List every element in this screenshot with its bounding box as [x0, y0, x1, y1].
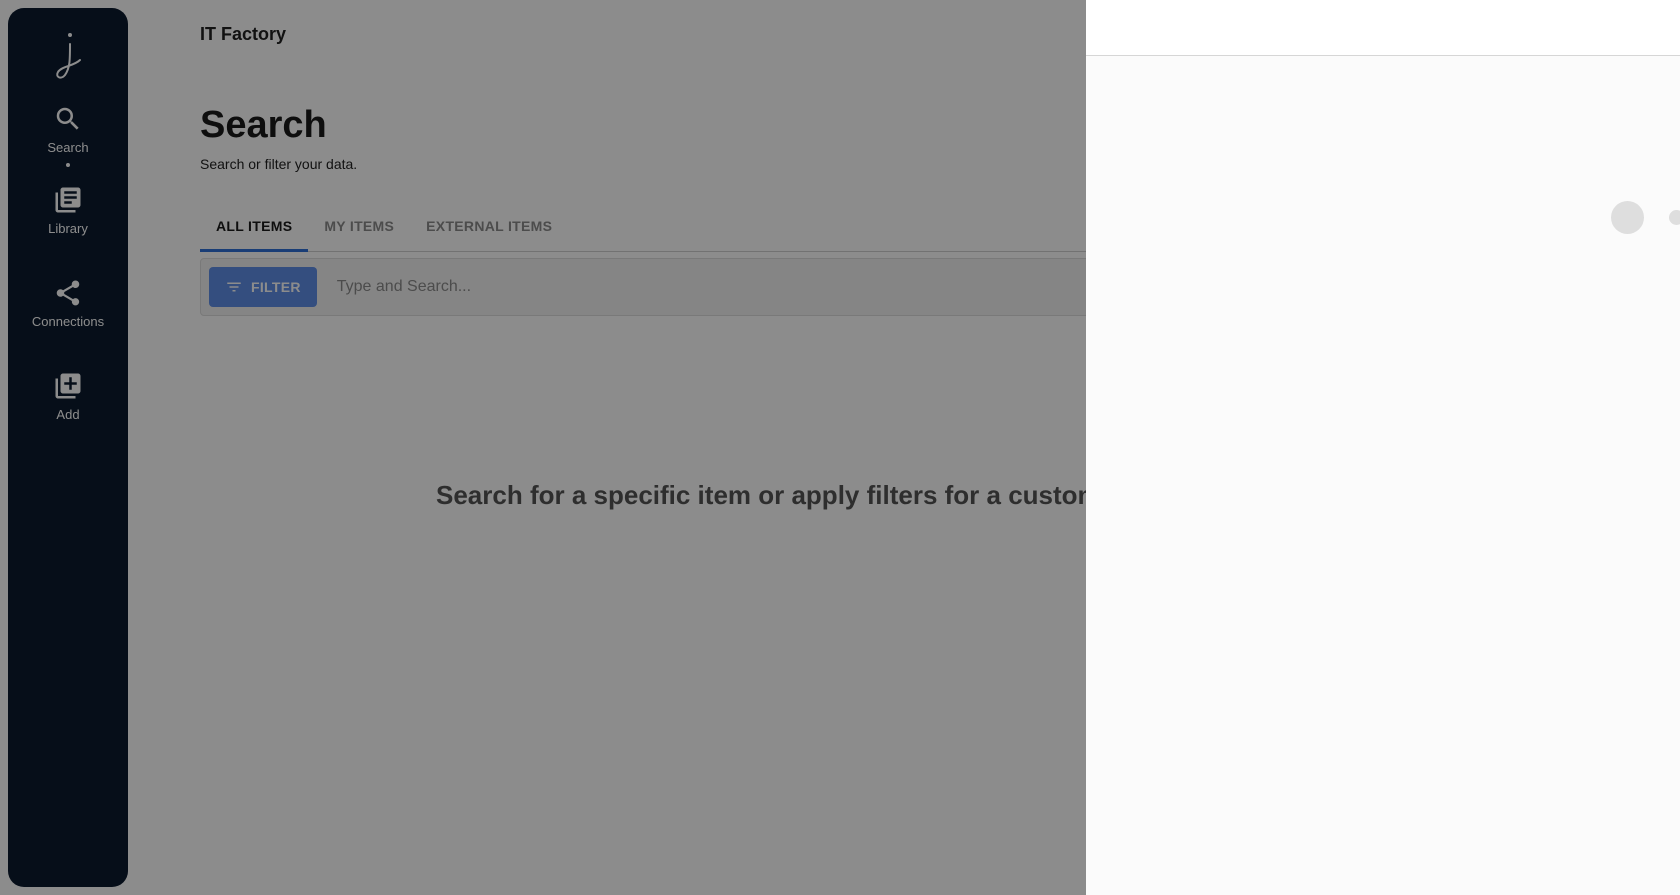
app-window: Search Library Connections Add IT Factor… [0, 0, 1680, 895]
side-drawer [1086, 0, 1680, 895]
drawer-header [1086, 0, 1680, 56]
loading-indicator-dot [1669, 210, 1680, 225]
loading-indicator-dot [1611, 201, 1644, 234]
